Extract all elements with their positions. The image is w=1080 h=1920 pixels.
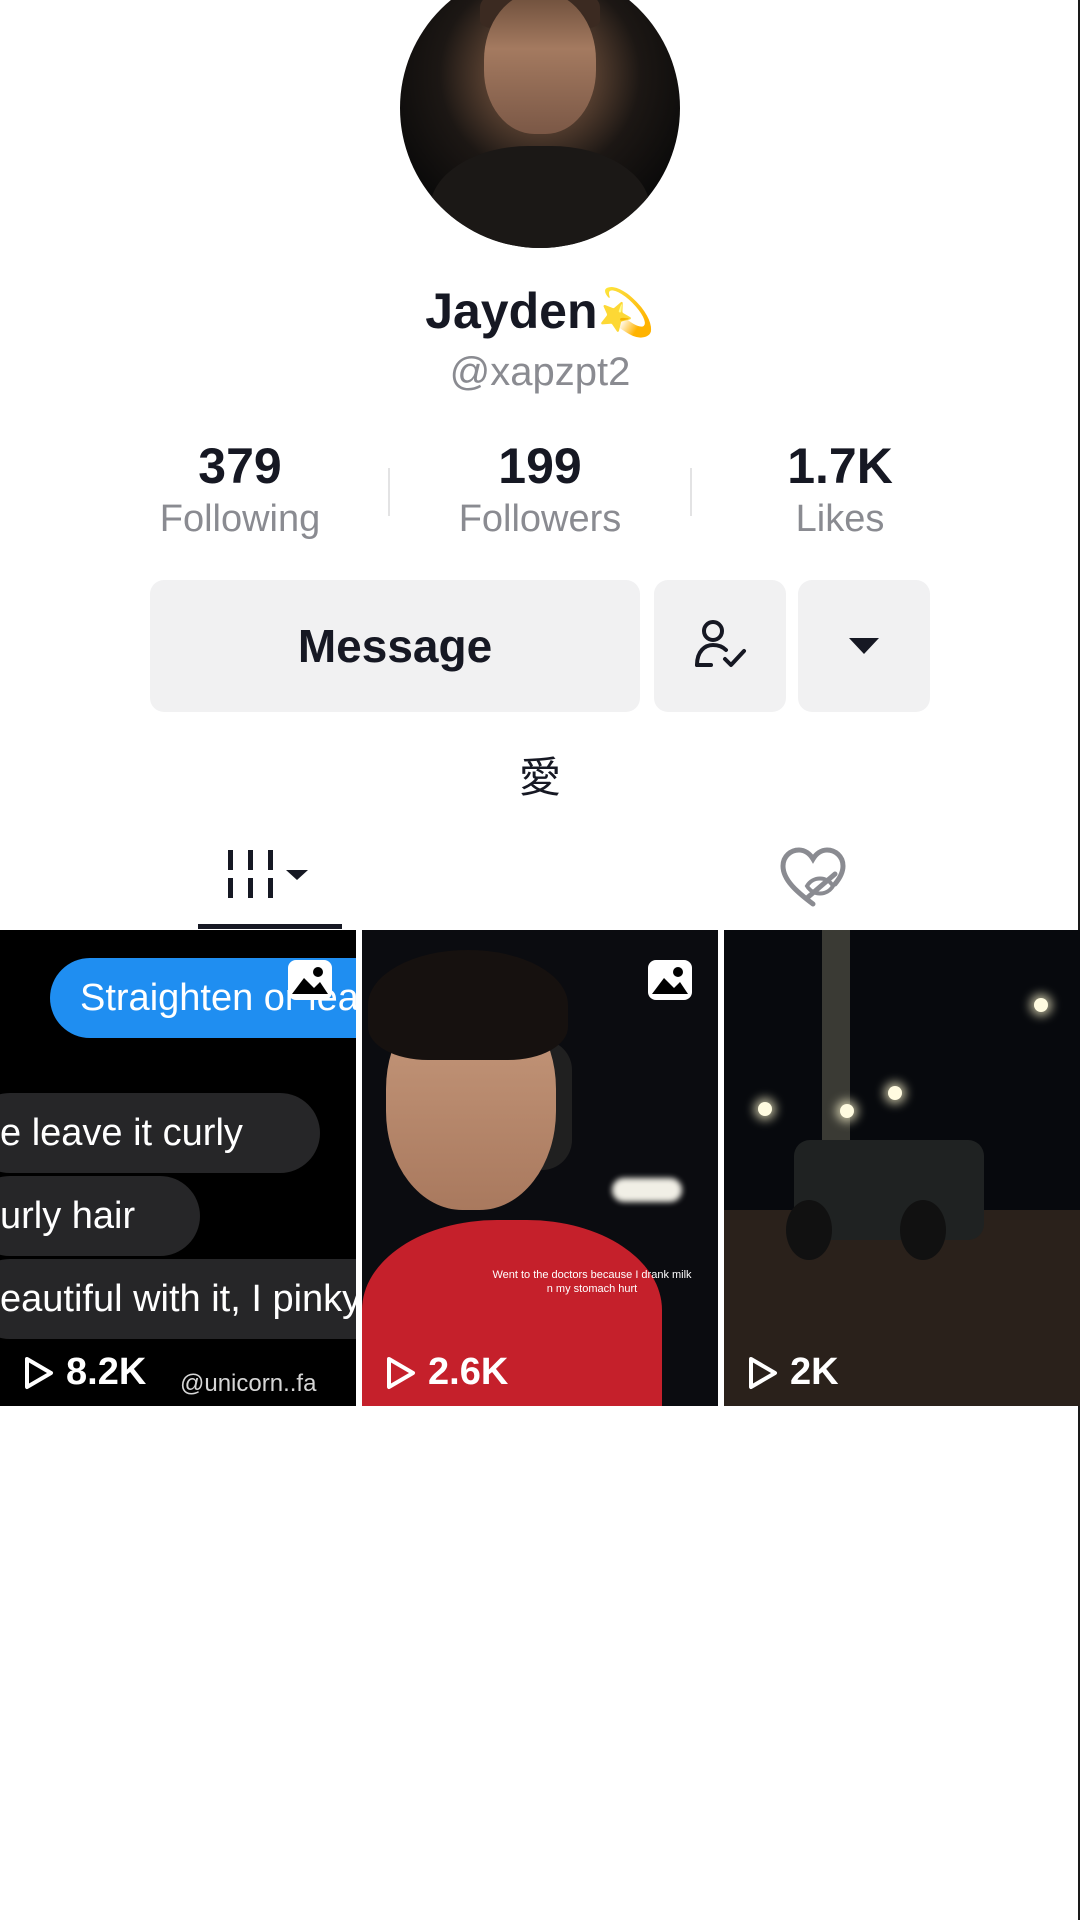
chat-bubble-gray: urly hair xyxy=(0,1176,200,1256)
scene-wheel xyxy=(786,1200,832,1260)
view-count: 2K xyxy=(746,1351,839,1394)
dizzy-emoji: 💫 xyxy=(597,285,655,339)
chat-bubble-gray: e leave it curly xyxy=(0,1093,320,1173)
following-count: 379 xyxy=(198,438,282,494)
chat-bubble-gray: eautiful with it, I pinky xyxy=(0,1259,356,1339)
username: @xapzpt2 xyxy=(449,350,631,394)
scene-string-light xyxy=(1034,998,1048,1012)
photo-icon xyxy=(652,967,688,994)
photo-icon xyxy=(292,967,328,994)
videos-grid-icon xyxy=(228,850,308,898)
video-grid: Straighten or lea e leave it curly urly … xyxy=(0,930,1080,1406)
stat-likes[interactable]: 1.7K Likes xyxy=(720,438,960,544)
play-icon xyxy=(749,1356,777,1389)
tab-videos[interactable] xyxy=(198,828,342,928)
likes-count: 1.7K xyxy=(787,438,893,494)
tiktok-watermark: @unicorn..fa xyxy=(180,1370,317,1397)
scene-wheel xyxy=(900,1200,946,1260)
video-thumbnail[interactable]: 2K xyxy=(724,930,1080,1406)
avatar-shirt xyxy=(430,146,650,248)
profile-stats: 379 Following 199 Followers 1.7K Likes xyxy=(0,438,1080,548)
view-count: 8.2K xyxy=(22,1351,146,1394)
photo-post-badge xyxy=(648,960,692,1000)
video-caption: Went to the doctors because I drank milk… xyxy=(492,1269,692,1295)
stat-divider xyxy=(690,468,692,516)
display-name: Jayden xyxy=(425,283,598,339)
video-thumbnail[interactable]: Straighten or lea e leave it curly urly … xyxy=(0,930,356,1406)
video-thumbnail[interactable]: Went to the doctors because I drank milk… xyxy=(362,930,718,1406)
view-count: 2.6K xyxy=(384,1351,508,1394)
avatar[interactable] xyxy=(400,0,680,248)
user-check-icon xyxy=(695,620,746,667)
photo-post-badge xyxy=(288,960,332,1000)
scene-string-light xyxy=(888,1086,902,1100)
view-count-value: 8.2K xyxy=(66,1351,147,1393)
play-icon xyxy=(387,1356,415,1389)
tab-liked[interactable] xyxy=(770,828,856,928)
tab-selected-underline xyxy=(198,924,342,929)
following-label: Following xyxy=(159,498,321,540)
scene-hair xyxy=(368,950,568,1060)
stat-divider xyxy=(388,468,390,516)
caret-down-icon xyxy=(849,638,879,654)
play-icon xyxy=(25,1356,53,1389)
scene-car-light xyxy=(612,1178,682,1202)
message-button-label: Message xyxy=(297,620,493,672)
view-count-value: 2.6K xyxy=(428,1351,509,1393)
scene-string-light xyxy=(840,1104,854,1118)
avatar-face xyxy=(484,0,596,134)
scene-string-light xyxy=(758,1102,772,1116)
followers-label: Followers xyxy=(458,498,622,540)
likes-label: Likes xyxy=(795,498,885,540)
stat-following[interactable]: 379 Following xyxy=(120,438,360,544)
view-count-value: 2K xyxy=(790,1351,839,1393)
following-status-button[interactable] xyxy=(654,580,786,712)
followers-count: 199 xyxy=(498,438,582,494)
more-options-button[interactable] xyxy=(798,580,930,712)
liked-hidden-heart-icon xyxy=(780,847,846,907)
message-button[interactable]: Message xyxy=(150,580,640,712)
bio: 愛 xyxy=(518,753,561,802)
display-name-row: Jayden💫 xyxy=(0,282,1080,340)
stat-followers[interactable]: 199 Followers xyxy=(420,438,660,544)
